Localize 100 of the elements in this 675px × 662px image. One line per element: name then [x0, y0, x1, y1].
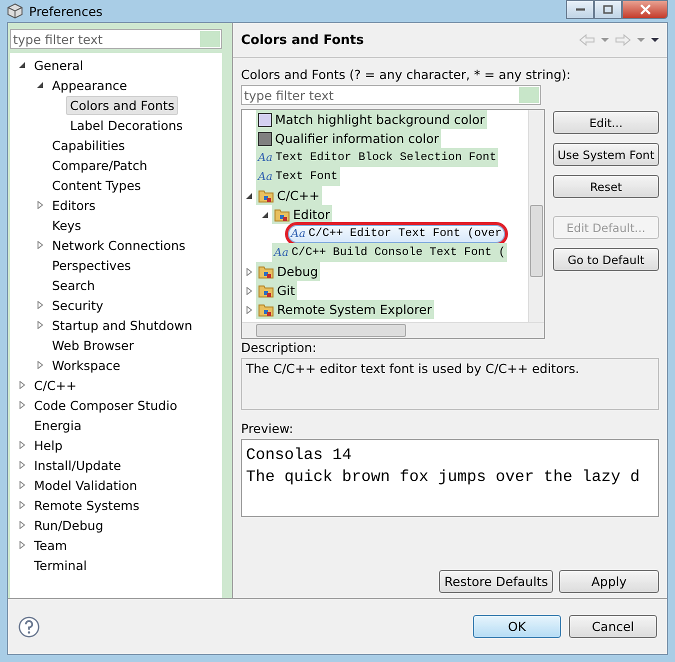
tree-item[interactable]: Network Connections [48, 236, 190, 254]
item-label: C/C++ Editor Text Font (over [308, 227, 502, 240]
page-title: Colors and Fonts [241, 32, 364, 48]
tree-item[interactable]: Capabilities [48, 136, 129, 154]
dialog-button[interactable]: Cancel [569, 615, 657, 638]
tree-item[interactable]: Appearance [48, 76, 132, 94]
collapsed-arrow-icon[interactable] [245, 306, 253, 314]
close-button[interactable] [622, 0, 668, 19]
font-icon: Aa [258, 170, 273, 183]
collapsed-arrow-icon[interactable] [18, 481, 26, 489]
collapsed-arrow-icon[interactable] [36, 361, 44, 369]
collapsed-arrow-icon[interactable] [245, 286, 253, 294]
collapsed-arrow-icon[interactable] [18, 401, 26, 409]
item-label: Git [277, 283, 296, 298]
item-label: Debug [277, 264, 318, 279]
collapsed-arrow-icon[interactable] [18, 381, 26, 389]
tree-item[interactable]: Workspace [48, 356, 124, 374]
folder-icon [258, 188, 274, 204]
filter-field[interactable]: type filter text [241, 85, 541, 105]
collapsed-arrow-icon[interactable] [36, 301, 44, 309]
description-label: Description: [241, 340, 318, 355]
vertical-scrollbar[interactable] [528, 110, 544, 322]
filter-field[interactable]: type filter text [10, 29, 222, 49]
view-menu-icon[interactable] [651, 37, 659, 43]
collapsed-arrow-icon[interactable] [18, 521, 26, 529]
tree-item[interactable]: Model Validation [30, 476, 142, 494]
dialog-button[interactable]: Reset [553, 175, 659, 198]
expanded-arrow-icon[interactable] [18, 61, 26, 69]
tree-item[interactable]: Content Types [48, 176, 145, 194]
tree-item[interactable]: Remote Systems [30, 496, 144, 514]
tree-item[interactable]: Keys [48, 216, 86, 234]
tree-item[interactable]: Security [48, 296, 108, 314]
font-icon: Aa [258, 151, 273, 164]
tree-item[interactable]: Compare/Patch [48, 156, 152, 174]
description-text: The C/C++ editor text font is used by C/C++ editors. [241, 358, 659, 410]
folder-icon [258, 302, 274, 318]
collapsed-arrow-icon[interactable] [18, 461, 26, 469]
minimize-button[interactable] [566, 0, 594, 19]
tree-item[interactable]: Search [48, 276, 99, 294]
tree-item[interactable]: Run/Debug [30, 516, 108, 534]
tree-item[interactable]: Git [256, 281, 298, 300]
dialog-button[interactable]: Restore Defaults [439, 570, 553, 593]
tree-item[interactable]: Aa C/C++ Build Console Text Font ( [272, 243, 508, 262]
dialog-button[interactable]: OK [473, 615, 561, 638]
tree-item[interactable]: Editors [48, 196, 100, 214]
tree-item[interactable]: Install/Update [30, 456, 126, 474]
tree-item[interactable]: Match highlight background color [256, 110, 487, 129]
collapsed-arrow-icon[interactable] [36, 241, 44, 249]
dialog-button[interactable]: Edit... [553, 111, 659, 134]
cube-icon [7, 3, 23, 19]
help-icon[interactable] [18, 616, 40, 638]
collapsed-arrow-icon[interactable] [18, 541, 26, 549]
tree-item[interactable]: General [30, 56, 88, 74]
tree-item[interactable]: Aa Text Editor Block Selection Font [256, 148, 498, 167]
tree-item[interactable]: C/C++ [256, 186, 322, 205]
caret-icon[interactable] [601, 37, 609, 43]
preview-text: The quick brown fox jumps over the lazy d [246, 467, 641, 488]
tree-item[interactable]: Energia [30, 416, 86, 434]
tree-item[interactable]: Perspectives [48, 256, 135, 274]
dialog-button[interactable]: Apply [559, 570, 659, 593]
caret-icon[interactable] [637, 37, 645, 43]
tree-item[interactable]: Startup and Shutdown [48, 316, 196, 334]
maximize-icon [603, 4, 613, 14]
tree-item[interactable]: Label Decorations [66, 116, 187, 134]
expanded-arrow-icon[interactable] [245, 192, 253, 200]
maximize-button[interactable] [594, 0, 622, 19]
tree-item[interactable]: Editor [272, 205, 332, 224]
font-icon: Aa [274, 246, 289, 259]
folder-icon [274, 206, 290, 222]
tree-item[interactable]: C/C++ [30, 376, 81, 394]
tree-item[interactable]: Aa Text Font [256, 167, 340, 186]
tree-item[interactable]: Colors and Fonts [66, 96, 178, 114]
tree-item[interactable]: Remote System Explorer [256, 300, 434, 319]
tree-item[interactable]: Code Composer Studio [30, 396, 182, 414]
collapsed-arrow-icon[interactable] [245, 268, 253, 276]
dialog-button[interactable]: Use System Font [553, 143, 659, 166]
item-label: Qualifier information color [275, 131, 439, 146]
collapsed-arrow-icon[interactable] [18, 501, 26, 509]
tree-item[interactable]: Help [30, 436, 66, 454]
horizontal-scrollbar[interactable] [242, 322, 544, 338]
tree-item[interactable]: Web Browser [48, 336, 138, 354]
font-icon: Aa [291, 227, 306, 240]
filter-label: Colors and Fonts (? = any character, * = any string): [241, 67, 572, 82]
preview-text: Consolas 14 [246, 445, 353, 466]
item-label: Match highlight background color [275, 112, 485, 127]
collapsed-arrow-icon[interactable] [36, 321, 44, 329]
collapsed-arrow-icon[interactable] [36, 201, 44, 209]
close-icon [640, 4, 650, 15]
expanded-arrow-icon[interactable] [36, 81, 44, 89]
tree-item[interactable]: Aa C/C++ Editor Text Font (over [288, 224, 505, 242]
tree-item[interactable]: Debug [256, 262, 320, 281]
item-label: C/C++ [277, 188, 320, 203]
folder-icon [258, 282, 274, 298]
tree-item[interactable]: Qualifier information color [256, 129, 441, 148]
folder-icon [258, 264, 274, 280]
collapsed-arrow-icon[interactable] [18, 441, 26, 449]
tree-item[interactable]: Team [30, 536, 72, 554]
dialog-button[interactable]: Go to Default [553, 248, 659, 271]
tree-item[interactable]: Terminal [30, 556, 91, 574]
expanded-arrow-icon[interactable] [261, 210, 269, 218]
